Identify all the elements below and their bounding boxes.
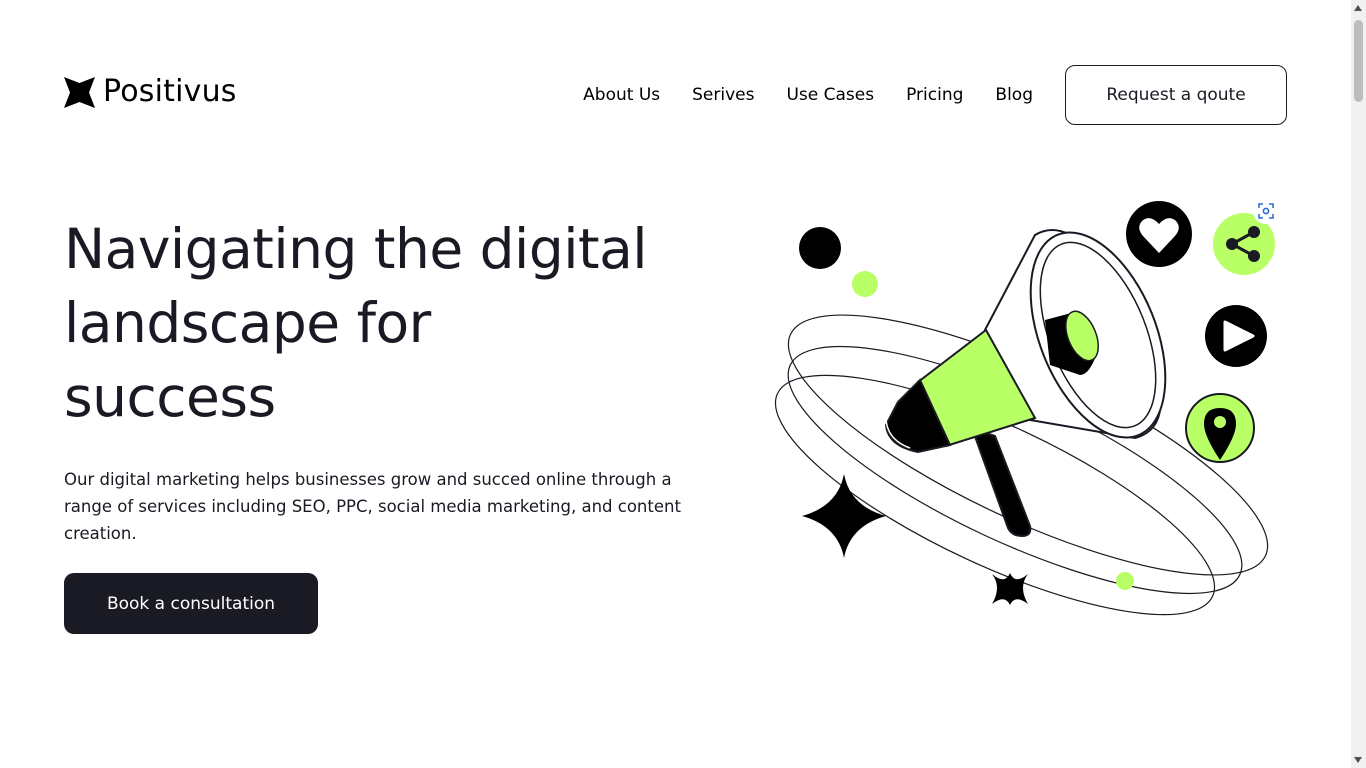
screenshot-button[interactable] bbox=[1253, 198, 1279, 224]
nav-link-pricing[interactable]: Pricing bbox=[906, 85, 963, 105]
sparkle-star-icon bbox=[802, 474, 886, 558]
hero-description: Our digital marketing helps businesses g… bbox=[64, 470, 681, 543]
nav-link-services[interactable]: Serives bbox=[692, 85, 754, 105]
book-consultation-button[interactable]: Book a consultation bbox=[64, 573, 318, 634]
scroll-up-arrow-icon[interactable] bbox=[1354, 5, 1362, 11]
location-pin-icon bbox=[1185, 393, 1255, 463]
nav-link-use-cases[interactable]: Use Cases bbox=[786, 85, 874, 105]
request-quote-button[interactable]: Request a qoute bbox=[1065, 65, 1287, 125]
scan-icon bbox=[1258, 203, 1274, 219]
heart-icon bbox=[1126, 201, 1192, 267]
hero-illustration bbox=[774, 201, 1275, 616]
page: Positivus About Us Serives Use Cases Pri… bbox=[0, 0, 1366, 768]
hero-title-line: success bbox=[64, 365, 276, 429]
nav-link-blog[interactable]: Blog bbox=[995, 85, 1033, 105]
black-dot bbox=[799, 227, 841, 269]
nav-link-about-us[interactable]: About Us bbox=[583, 85, 660, 105]
logo-star-icon bbox=[64, 76, 95, 108]
hero-title-line: Navigating the digital bbox=[64, 217, 648, 281]
main-nav: About Us Serives Use Cases Pricing Blog … bbox=[583, 64, 1287, 126]
logo[interactable]: Positivus bbox=[64, 76, 237, 108]
green-dot bbox=[852, 271, 878, 297]
play-icon bbox=[1205, 305, 1267, 367]
scroll-thumb[interactable] bbox=[1354, 20, 1363, 102]
hero-title-line: landscape for bbox=[64, 291, 431, 355]
logo-text: Positivus bbox=[103, 74, 237, 109]
small-star-icon bbox=[992, 573, 1028, 605]
hero-title: Navigating the digital landscape for suc… bbox=[64, 212, 704, 434]
scroll-down-arrow-icon[interactable] bbox=[1354, 757, 1362, 763]
vertical-scrollbar[interactable] bbox=[1351, 0, 1366, 768]
green-dot bbox=[1116, 572, 1134, 590]
